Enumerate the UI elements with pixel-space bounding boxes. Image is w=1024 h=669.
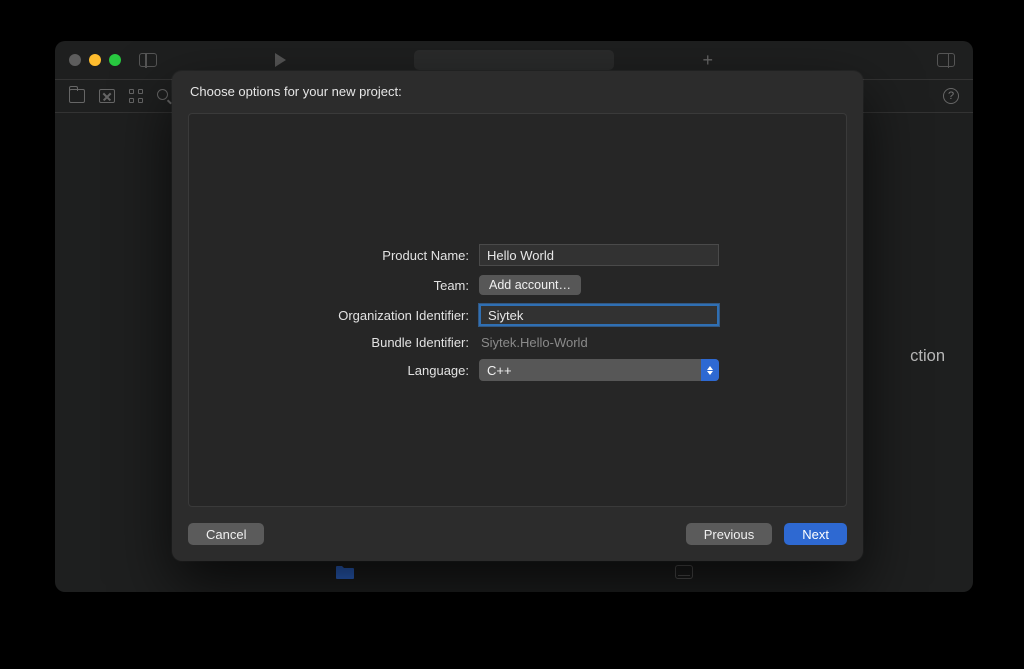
find-navigator-icon[interactable] <box>157 89 171 103</box>
source-control-navigator-icon[interactable] <box>99 89 115 103</box>
add-tab-icon[interactable]: + <box>702 50 713 70</box>
project-navigator-icon[interactable] <box>69 89 85 103</box>
select-stepper-icon <box>701 359 719 381</box>
background-partial-text: ction <box>910 347 945 366</box>
window-close-button[interactable] <box>69 54 81 66</box>
window-minimize-button[interactable] <box>89 54 101 66</box>
inspector-toggle-icon[interactable] <box>937 53 955 67</box>
bottom-panel-icon[interactable] <box>675 565 693 579</box>
bottom-bar <box>335 560 693 584</box>
team-row: Team: Add account… <box>189 275 846 295</box>
organization-identifier-input[interactable] <box>479 304 719 326</box>
language-row: Language: C++ <box>189 359 846 381</box>
team-label: Team: <box>189 278 479 293</box>
language-select-value: C++ <box>487 363 512 378</box>
window-zoom-button[interactable] <box>109 54 121 66</box>
add-account-button[interactable]: Add account… <box>479 275 581 295</box>
traffic-lights <box>69 54 121 66</box>
language-select[interactable]: C++ <box>479 359 719 381</box>
activity-viewer <box>414 50 614 70</box>
organization-identifier-label: Organization Identifier: <box>189 308 479 323</box>
sheet-title: Choose options for your new project: <box>172 71 863 109</box>
navigator-toggle-icon[interactable] <box>139 53 157 67</box>
product-name-label: Product Name: <box>189 248 479 263</box>
next-button[interactable]: Next <box>784 523 847 545</box>
sheet-footer: Cancel Previous Next <box>172 507 863 561</box>
product-name-row: Product Name: <box>189 244 846 266</box>
symbol-navigator-icon[interactable] <box>129 89 143 103</box>
cancel-button[interactable]: Cancel <box>188 523 264 545</box>
bundle-identifier-value: Siytek.Hello-World <box>479 335 588 350</box>
bundle-identifier-row: Bundle Identifier: Siytek.Hello-World <box>189 335 846 350</box>
language-label: Language: <box>189 363 479 378</box>
organization-identifier-row: Organization Identifier: <box>189 304 846 326</box>
sheet-body: Product Name: Team: Add account… Organiz… <box>188 113 847 507</box>
run-icon[interactable] <box>275 53 286 67</box>
bundle-identifier-label: Bundle Identifier: <box>189 335 479 350</box>
project-options-form: Product Name: Team: Add account… Organiz… <box>189 244 846 381</box>
help-icon[interactable]: ? <box>943 88 959 104</box>
previous-button[interactable]: Previous <box>686 523 773 545</box>
filter-folder-icon[interactable] <box>335 565 355 580</box>
new-project-options-sheet: Choose options for your new project: Pro… <box>172 71 863 561</box>
product-name-input[interactable] <box>479 244 719 266</box>
